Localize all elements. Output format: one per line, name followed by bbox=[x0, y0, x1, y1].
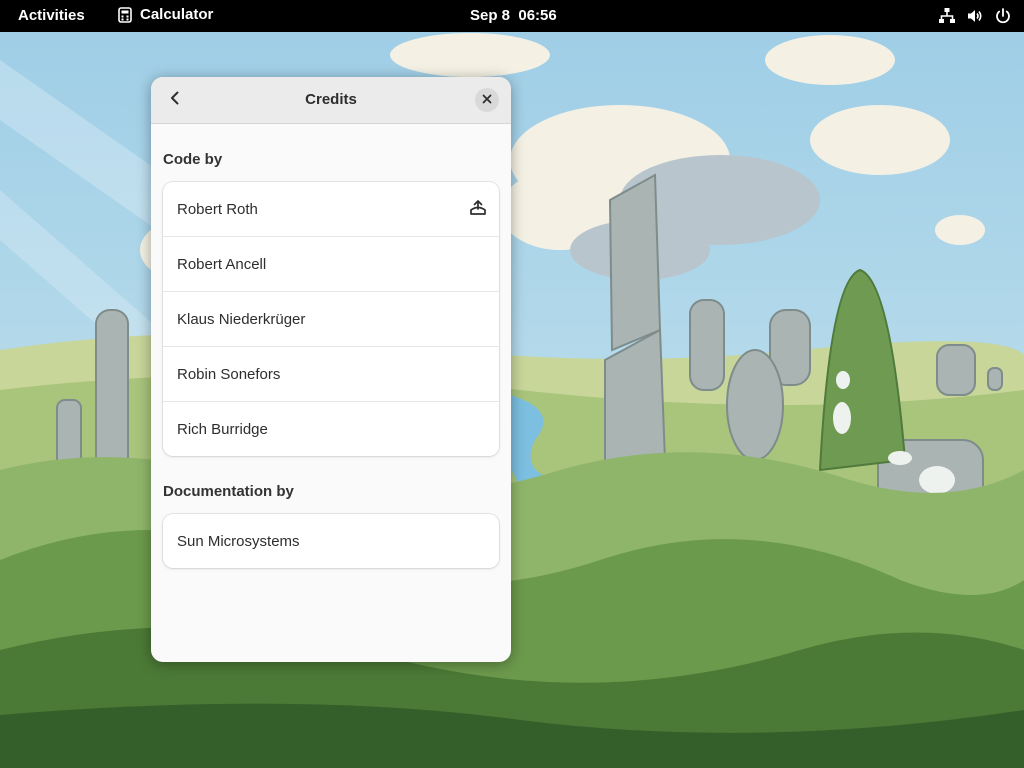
send-to-icon[interactable] bbox=[469, 199, 487, 221]
list-item[interactable]: Sun Microsystems bbox=[163, 514, 499, 568]
network-icon[interactable] bbox=[938, 7, 956, 25]
person-name: Robert Ancell bbox=[177, 255, 267, 273]
section-heading-documentation-by: Documentation by bbox=[163, 483, 294, 500]
person-name: Robert Roth bbox=[177, 200, 258, 218]
person-name: Sun Microsystems bbox=[177, 532, 300, 550]
list-item[interactable]: Robin Sonefors bbox=[163, 347, 499, 402]
calculator-icon bbox=[118, 6, 132, 23]
clock[interactable]: Sep 8 06:56 bbox=[470, 7, 557, 24]
activities-button[interactable]: Activities bbox=[18, 7, 85, 24]
list-item[interactable]: Robert Ancell bbox=[163, 237, 499, 292]
power-icon[interactable] bbox=[994, 7, 1012, 25]
volume-icon[interactable] bbox=[966, 7, 984, 25]
person-name: Klaus Niederkrüger bbox=[177, 310, 306, 328]
credits-dialog: Credits Code by Robert Roth Robert Ancel… bbox=[151, 77, 511, 662]
app-name: Calculator bbox=[140, 6, 214, 23]
list-item[interactable]: Klaus Niederkrüger bbox=[163, 292, 499, 347]
app-menu[interactable]: Calculator bbox=[118, 6, 213, 23]
person-name: Rich Burridge bbox=[177, 420, 268, 438]
section-heading-code-by: Code by bbox=[163, 151, 223, 168]
dialog-header: Credits bbox=[151, 77, 511, 124]
code-by-list: Robert Roth Robert Ancell Klaus Niederkr… bbox=[163, 182, 499, 456]
close-button[interactable] bbox=[475, 88, 499, 112]
dialog-title: Credits bbox=[305, 91, 357, 108]
documentation-by-list: Sun Microsystems bbox=[163, 514, 499, 568]
list-item[interactable]: Robert Roth bbox=[163, 182, 499, 237]
person-name: Robin Sonefors bbox=[177, 365, 281, 383]
system-status-area[interactable] bbox=[938, 7, 1012, 25]
list-item[interactable]: Rich Burridge bbox=[163, 402, 499, 456]
top-bar: Activities Calculator Sep 8 06:56 bbox=[0, 0, 1024, 32]
close-icon bbox=[482, 91, 492, 109]
